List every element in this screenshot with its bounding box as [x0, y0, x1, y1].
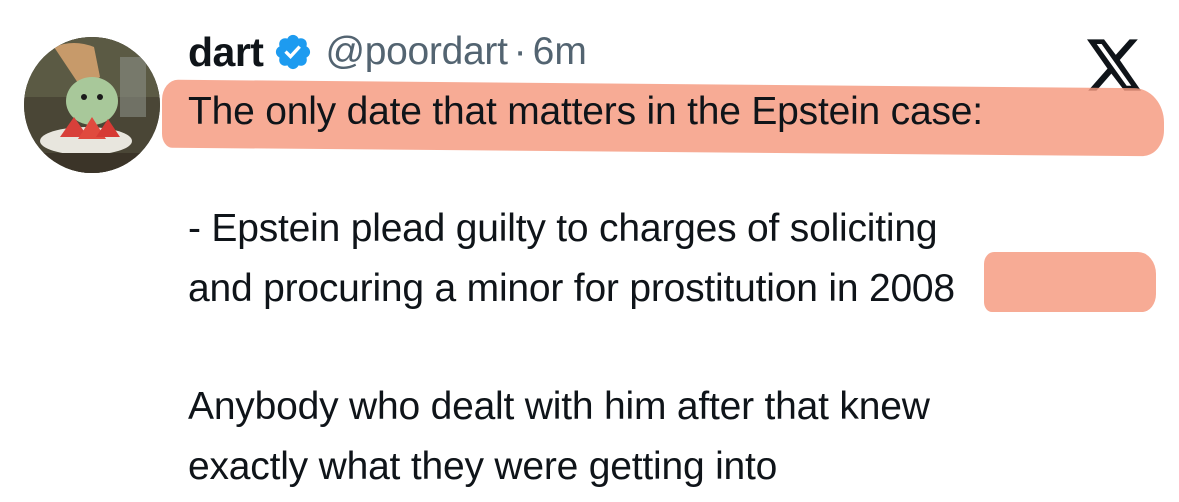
verified-badge-icon	[273, 32, 313, 72]
tweet-line: and procuring a minor for prostitution i…	[188, 267, 955, 310]
author-handle[interactable]: @poordart	[325, 30, 507, 74]
tweet-line: - Epstein plead guilty to charges of sol…	[188, 207, 938, 250]
tweet-body: The only date that matters in the Epstei…	[188, 84, 1168, 495]
separator-dot: ·	[513, 30, 527, 73]
tweet-header: dart @poordart · 6m	[188, 24, 587, 80]
tweet-line: Anybody who dealt with him after that kn…	[188, 385, 930, 428]
tweet-line: The only date that matters in the Epstei…	[188, 90, 983, 133]
avatar[interactable]	[24, 37, 160, 173]
avatar-image	[24, 37, 160, 173]
author-name[interactable]: dart	[188, 29, 264, 76]
tweet-line: exactly what they were getting into	[188, 445, 778, 488]
timestamp[interactable]: 6m	[533, 30, 587, 74]
